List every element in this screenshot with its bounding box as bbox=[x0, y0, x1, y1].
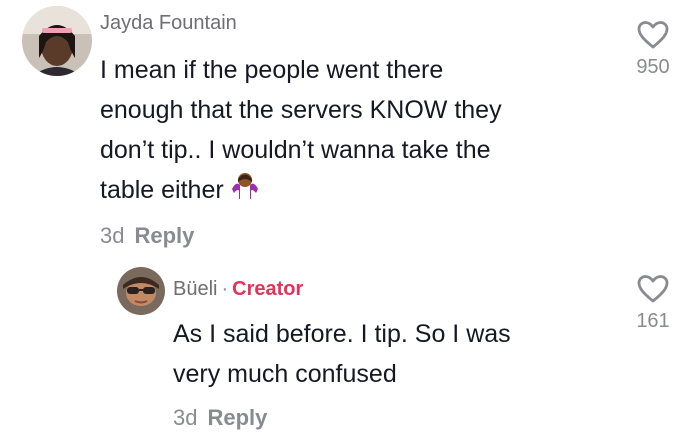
heart-outline-icon[interactable] bbox=[636, 274, 670, 304]
comment-text-line: table either bbox=[100, 176, 224, 204]
comment-text-line-wrap: table either bbox=[100, 170, 502, 211]
avatar[interactable] bbox=[117, 267, 165, 315]
avatar[interactable] bbox=[22, 6, 92, 76]
creator-badge: Creator bbox=[232, 278, 304, 300]
comment-age: 3d bbox=[100, 223, 125, 248]
like-button[interactable]: 950 bbox=[623, 20, 683, 79]
comment-thread: Jayda Fountain I mean if the people went… bbox=[0, 0, 700, 443]
comment-text-line: enough that the servers KNOW they bbox=[100, 96, 502, 124]
reply-button[interactable]: Reply bbox=[207, 405, 267, 430]
reply-button[interactable]: Reply bbox=[134, 223, 194, 248]
like-count: 161 bbox=[636, 310, 670, 332]
comment-username-row: Büeli · Creator bbox=[173, 278, 303, 301]
comment-text-line: don’t tip.. I wouldn’t wanna take the bbox=[100, 136, 491, 164]
comment-username[interactable]: Büeli bbox=[173, 278, 217, 300]
comment-username[interactable]: Jayda Fountain bbox=[100, 12, 237, 35]
heart-outline-icon[interactable] bbox=[636, 20, 670, 50]
comment-meta: 3d Reply bbox=[100, 223, 194, 249]
person-shrugging-emoji bbox=[230, 171, 260, 211]
comment-text-line: very much confused bbox=[173, 360, 397, 388]
comment-text: I mean if the people went there enough t… bbox=[100, 50, 502, 211]
comment-age: 3d bbox=[173, 405, 198, 430]
separator-dot: · bbox=[221, 278, 229, 300]
comment-text: As I said before. I tip. So I was very m… bbox=[173, 314, 511, 394]
like-button[interactable]: 161 bbox=[623, 274, 683, 333]
comment-text-line: I mean if the people went there bbox=[100, 56, 444, 84]
comment-meta: 3d Reply bbox=[173, 405, 267, 431]
like-count: 950 bbox=[636, 56, 670, 78]
comment-text-line: As I said before. I tip. So I was bbox=[173, 320, 511, 348]
